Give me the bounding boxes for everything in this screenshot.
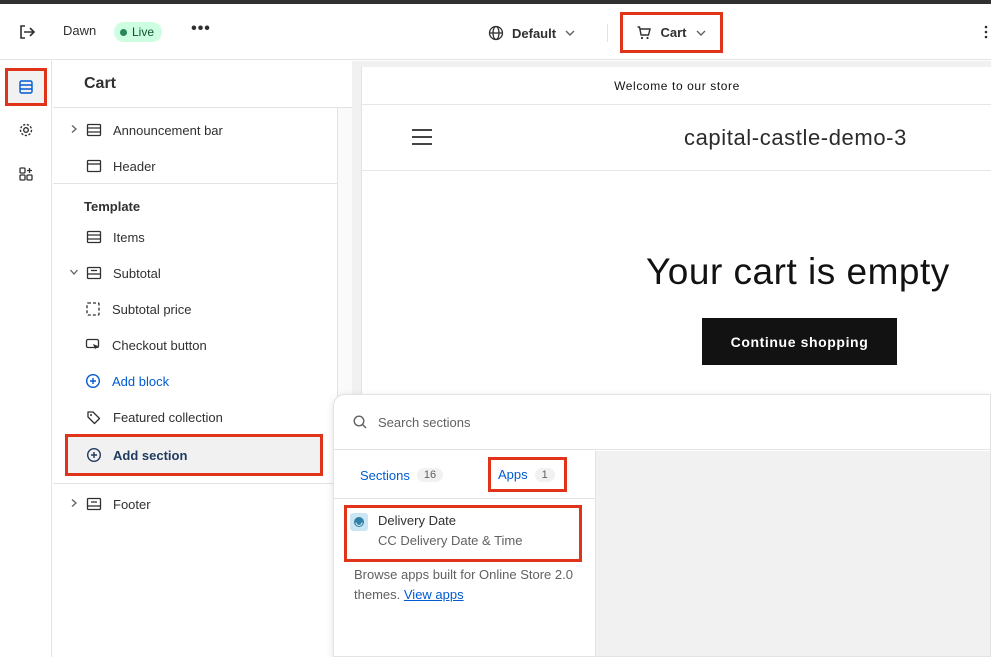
search-sections-input[interactable]: [378, 414, 778, 430]
app-block-delivery-date[interactable]: Delivery Date CC Delivery Date & Time: [344, 505, 582, 562]
live-status-badge: Live: [114, 22, 163, 42]
language-selector[interactable]: Default: [488, 21, 576, 45]
section-items[interactable]: Items: [53, 221, 333, 253]
section-label: Items: [113, 229, 145, 245]
block-checkout-button[interactable]: Checkout button: [53, 329, 333, 361]
section-announcement-bar[interactable]: Announcement bar: [53, 114, 333, 146]
editor-topbar: Dawn Live ••• Default Cart: [0, 4, 991, 60]
cart-icon: [637, 25, 652, 39]
section-label: Announcement bar: [113, 122, 223, 138]
block-label: Checkout button: [112, 337, 207, 353]
section-label: Featured collection: [113, 409, 223, 425]
section-layout-icon: [85, 228, 103, 246]
footer-layout-icon: [85, 495, 103, 513]
continue-shopping-button[interactable]: Continue shopping: [702, 318, 897, 365]
tab-label: Sections: [360, 467, 410, 483]
block-subtotal-price[interactable]: Subtotal price: [53, 293, 333, 325]
sections-panel: Cart Announcement bar Header Template It…: [53, 61, 352, 657]
section-footer[interactable]: Footer: [53, 488, 333, 520]
chevron-down-icon: [696, 30, 705, 36]
chevron-right-icon[interactable]: [67, 498, 81, 511]
topbar-divider: [607, 24, 608, 42]
globe-icon: [488, 25, 504, 41]
app-embeds-rail-button[interactable]: [5, 155, 47, 193]
store-name[interactable]: capital-castle-demo-3: [684, 125, 907, 151]
add-section-button[interactable]: Add section: [65, 434, 323, 476]
section-search: [334, 395, 990, 450]
left-icon-rail: [0, 61, 52, 657]
tab-apps[interactable]: Apps 1: [488, 457, 567, 492]
add-section-label: Add section: [113, 447, 188, 463]
view-apps-link[interactable]: View apps: [404, 587, 464, 602]
add-block-label: Add block: [112, 373, 170, 389]
app-logo-icon: [350, 513, 368, 531]
chevron-down-icon[interactable]: [67, 267, 81, 280]
header-layout-icon: [85, 157, 103, 175]
section-subtotal[interactable]: Subtotal: [53, 257, 333, 289]
apps-icon: [19, 167, 33, 181]
exit-icon[interactable]: [16, 22, 38, 42]
panel-title: Cart: [84, 75, 117, 92]
block-label: Subtotal price: [112, 301, 192, 317]
section-preview-pane: [595, 451, 990, 656]
template-label: Cart: [660, 25, 687, 40]
section-label: Subtotal: [113, 265, 161, 281]
template-heading: Template: [84, 199, 141, 214]
block-dashed-icon: [84, 300, 102, 318]
plus-circle-icon: [84, 372, 102, 390]
section-layout-icon: [85, 264, 103, 282]
cart-empty-heading: Your cart is empty: [646, 251, 950, 292]
preview-announcement-bar[interactable]: Welcome to our store: [362, 67, 991, 105]
more-actions-button[interactable]: •••: [190, 20, 212, 42]
search-icon: [353, 415, 367, 429]
live-dot-icon: [120, 28, 127, 36]
tab-label: Apps: [498, 467, 528, 482]
tab-count-badge: 16: [416, 468, 444, 482]
announcement-text: Welcome to our store: [614, 78, 740, 93]
section-layout-icon: [85, 121, 103, 139]
tab-sections[interactable]: Sections 16: [360, 461, 444, 489]
menu-hamburger-icon[interactable]: [412, 129, 432, 145]
theme-settings-rail-button[interactable]: [5, 111, 47, 149]
cursor-button-icon: [84, 336, 102, 354]
app-name: Delivery Date: [378, 513, 457, 528]
browse-apps-text: Browse apps built for Online Store 2.0 t…: [354, 565, 584, 605]
picker-tabs: Sections 16 Apps 1: [334, 451, 595, 499]
language-label: Default: [512, 25, 557, 41]
plus-circle-icon: [85, 446, 103, 464]
sections-icon: [19, 80, 33, 94]
template-selector[interactable]: Cart: [620, 12, 723, 53]
live-label: Live: [132, 25, 155, 39]
chevron-down-icon: [565, 30, 575, 36]
group-divider: [53, 183, 337, 184]
chevron-right-icon[interactable]: [67, 124, 81, 137]
add-block-button[interactable]: Add block: [53, 365, 333, 397]
app-subtitle: CC Delivery Date & Time: [378, 533, 523, 548]
section-featured-collection[interactable]: Featured collection: [53, 401, 333, 433]
gear-icon: [19, 123, 33, 137]
tab-count-badge: 1: [534, 467, 555, 482]
section-label: Header: [113, 158, 156, 174]
add-section-picker: Sections 16 Apps 1 Delivery Date CC Deli…: [333, 394, 991, 657]
group-divider: [53, 483, 337, 484]
tag-icon: [85, 408, 103, 426]
section-header[interactable]: Header: [53, 150, 333, 182]
panel-divider: [53, 107, 352, 108]
theme-name: Dawn: [63, 23, 97, 38]
header-divider: [362, 170, 991, 171]
overflow-menu-icon[interactable]: [982, 22, 991, 42]
sections-rail-button[interactable]: [5, 68, 47, 106]
section-label: Footer: [113, 496, 151, 512]
